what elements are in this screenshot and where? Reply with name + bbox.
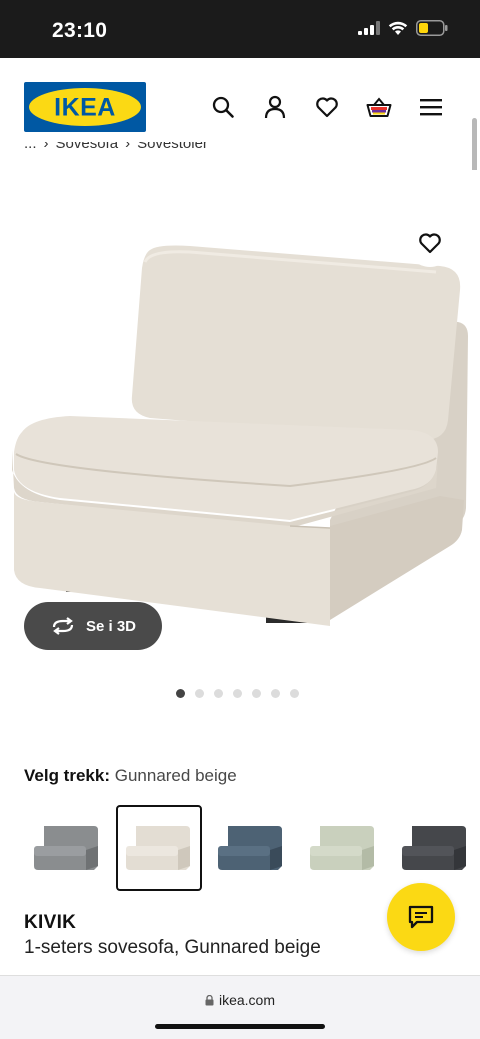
view-3d-button[interactable]: Se i 3D bbox=[24, 602, 162, 650]
pagination-dot[interactable] bbox=[290, 689, 299, 698]
breadcrumb-item[interactable]: ... bbox=[24, 142, 37, 152]
gallery-pagination bbox=[176, 689, 299, 698]
url-display[interactable]: ikea.com bbox=[0, 992, 480, 1008]
search-icon[interactable] bbox=[210, 94, 236, 120]
view-3d-label: Se i 3D bbox=[85, 617, 137, 635]
status-icons bbox=[358, 20, 448, 36]
cover-label-title: Velg trekk: bbox=[24, 766, 110, 785]
header-icons bbox=[210, 94, 444, 120]
status-time: 23:10 bbox=[52, 19, 108, 42]
pagination-dot[interactable] bbox=[252, 689, 261, 698]
battery-icon bbox=[416, 20, 448, 36]
chevron-right-icon: › bbox=[125, 142, 131, 152]
favourite-button[interactable] bbox=[406, 219, 454, 267]
home-indicator[interactable] bbox=[155, 1024, 325, 1029]
chat-button[interactable] bbox=[387, 883, 455, 951]
chevron-right-icon: › bbox=[43, 142, 49, 152]
status-bar: 23:10 bbox=[0, 0, 480, 58]
product-name: KIVIK bbox=[24, 912, 77, 933]
breadcrumb-item[interactable]: Sovestoler bbox=[137, 142, 208, 152]
cover-swatches bbox=[24, 805, 480, 891]
chat-icon bbox=[408, 905, 434, 929]
basket-icon[interactable] bbox=[366, 94, 392, 120]
ikea-logo[interactable]: IKEA bbox=[24, 82, 146, 132]
swatch-beige[interactable] bbox=[116, 805, 202, 891]
heart-icon bbox=[419, 233, 441, 254]
url-text: ikea.com bbox=[218, 992, 276, 1008]
wifi-icon bbox=[388, 21, 408, 35]
account-icon[interactable] bbox=[262, 94, 288, 120]
pagination-dot[interactable] bbox=[176, 689, 185, 698]
menu-icon[interactable] bbox=[418, 94, 444, 120]
swatch-grey[interactable] bbox=[24, 805, 110, 891]
heart-icon[interactable] bbox=[314, 94, 340, 120]
lock-icon bbox=[205, 994, 214, 1005]
site-header: IKEA bbox=[0, 58, 480, 150]
svg-text:IKEA: IKEA bbox=[54, 94, 116, 122]
swatch-light-green[interactable] bbox=[300, 805, 386, 891]
breadcrumb: ... › Sovesofa › Sovestoler bbox=[24, 142, 324, 160]
breadcrumb-item[interactable]: Sovesofa bbox=[56, 142, 119, 152]
product-description: 1-seters sovesofa, Gunnared beige bbox=[24, 937, 321, 958]
swatch-dark-grey[interactable] bbox=[392, 805, 478, 891]
swatch-blue[interactable] bbox=[208, 805, 294, 891]
cover-selection-label: Velg trekk: Gunnared beige bbox=[24, 766, 237, 786]
pagination-dot[interactable] bbox=[271, 689, 280, 698]
pagination-dot[interactable] bbox=[214, 689, 223, 698]
rotate-3d-icon bbox=[52, 617, 74, 635]
cover-selected-value: Gunnared beige bbox=[114, 766, 237, 785]
pagination-dot[interactable] bbox=[233, 689, 242, 698]
browser-address-bar[interactable]: ikea.com bbox=[0, 975, 480, 1039]
signal-icon bbox=[358, 21, 380, 35]
pagination-dot[interactable] bbox=[195, 689, 204, 698]
